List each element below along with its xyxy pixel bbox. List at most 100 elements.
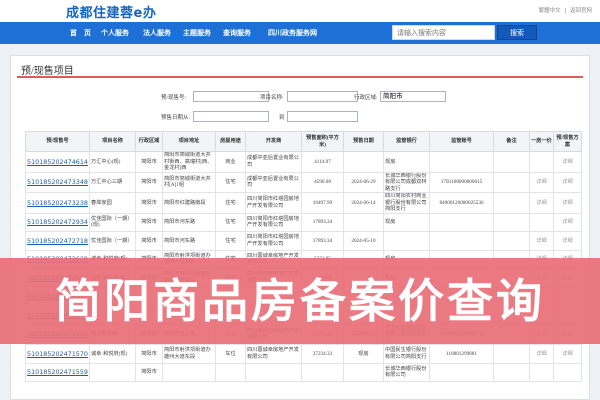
- table-row: 510185202472718 优佳国际（一期） 简阳市 简阳市河东路 住宅 四川简阳市红…: [25, 231, 582, 251]
- presale-number-link[interactable]: 510185202471570: [25, 344, 90, 364]
- title-divider: [17, 76, 583, 78]
- table-cell: [343, 362, 384, 382]
- column-header: 开发商: [245, 131, 302, 152]
- table-row: 510185202472934 优佳国际（一期）(现) 简阳市 简阳市河东路 住宅 四川简…: [25, 212, 582, 232]
- district-select[interactable]: 简阳市: [380, 91, 446, 102]
- table-cell: [215, 362, 246, 382]
- table-cell: [429, 231, 494, 251]
- search-button[interactable]: 搜索: [497, 25, 537, 40]
- date-from-label: 预售日期从:: [161, 115, 191, 121]
- table-cell: 110801299881: [429, 344, 494, 364]
- table-cell: 住宅: [215, 192, 246, 214]
- page-title: 预/现售项目: [21, 66, 74, 77]
- table-cell: [429, 362, 494, 382]
- table-row: 510185202474614 万汇中心(现) 简阳市 简阳市简城街道大井村街西、高瑞…: [25, 151, 582, 173]
- table-cell: 四川简阳市红塔园房地产开发有限公司: [245, 192, 302, 214]
- table-cell: 万汇中心三期: [89, 171, 136, 193]
- table-cell: 四川简阳农村商业银行股份有限公司简阳支行: [383, 192, 430, 214]
- plan-detail-link[interactable]: 详细: [553, 171, 582, 193]
- table-cell: [383, 231, 430, 251]
- date-to-label: 到: [279, 115, 285, 121]
- project-name-input[interactable]: [287, 91, 358, 102]
- plan-detail-link[interactable]: 详细: [553, 344, 582, 364]
- table-cell: 简阳市: [135, 362, 163, 382]
- table-cell: [493, 231, 530, 251]
- table-cell: [343, 151, 384, 173]
- date-to-input[interactable]: [287, 111, 358, 122]
- presale-table: 预/现售号 项目名称 行政区域 项目地址 房屋用途 开发商 预售面积(平方米) 预售日期 监管银…: [25, 131, 582, 382]
- price-detail-link[interactable]: 详细: [529, 192, 554, 214]
- overlay-banner: 简阳商品房备案价查询: [0, 258, 600, 344]
- table-row: 510185202473238 春岸家园 简阳市 简阳市红建路南段 住宅 四川简阳市红塔园…: [25, 192, 582, 214]
- table-cell: 成都中亚后置业有限公司: [245, 151, 302, 173]
- price-detail-link[interactable]: [529, 212, 554, 232]
- plan-detail-link[interactable]: 详细: [553, 231, 582, 251]
- search-input[interactable]: 请输入搜索内容: [392, 25, 495, 40]
- table-cell: 简阳市: [135, 344, 163, 364]
- plan-detail-link[interactable]: [553, 362, 582, 382]
- table-cell: 简阳市简城街道大井村[A]1组: [162, 171, 216, 193]
- price-detail-link[interactable]: [529, 151, 554, 173]
- column-header: 监管银行: [383, 131, 430, 152]
- table-cell: 四川简阳市红塔园房地产开发有限公司: [245, 212, 302, 232]
- table-cell: 17893.34: [301, 212, 344, 232]
- table-cell: 长城华西银行股份有限公司成都双林路支行: [383, 171, 430, 193]
- presale-number-link[interactable]: 510185202473348: [25, 171, 90, 193]
- presale-number-link[interactable]: 510185202474614: [25, 151, 90, 173]
- table-cell: [493, 171, 530, 193]
- table-cell: 4114.97: [301, 151, 344, 173]
- table-cell: 84000120000025536: [429, 192, 494, 214]
- plan-detail-link[interactable]: 详细: [553, 151, 582, 173]
- presale-no-input[interactable]: [193, 91, 269, 102]
- column-header: 备注: [493, 131, 530, 152]
- plan-detail-link[interactable]: 详细: [553, 212, 582, 232]
- table-cell: [301, 362, 344, 382]
- table-cell: [162, 362, 216, 382]
- price-detail-link[interactable]: 详细: [529, 344, 554, 364]
- overlay-title: 简阳商品房备案价查询: [55, 274, 545, 328]
- traditional-chinese-link[interactable]: 繁體中文: [539, 8, 561, 14]
- column-header: 项目地址: [162, 131, 216, 152]
- price-detail-link[interactable]: [529, 362, 554, 382]
- table-cell: [493, 344, 530, 364]
- nav-item-topic[interactable]: 主题服务: [183, 28, 211, 38]
- price-detail-link[interactable]: 详细: [529, 231, 554, 251]
- plan-detail-link[interactable]: 详细: [553, 192, 582, 214]
- table-cell: 四川蓉诚幸房地产开发有限公司: [245, 344, 302, 364]
- table-cell: 春岸家园: [89, 192, 136, 214]
- table-cell: 住宅: [215, 212, 246, 232]
- date-from-input[interactable]: [193, 111, 269, 122]
- top-links-separator: |: [564, 8, 567, 14]
- district-label: 行政区域:: [354, 95, 378, 101]
- table-cell: 住宅: [215, 231, 246, 251]
- nav-item-query[interactable]: 查询服务: [223, 28, 251, 38]
- nav-item-corporate[interactable]: 法人服务: [143, 28, 171, 38]
- table-cell: 2024-05-10: [343, 231, 384, 251]
- table-cell: 住宅: [215, 171, 246, 193]
- column-header: 预售日期: [343, 131, 384, 152]
- table-cell: 四川简阳市红塔园房地产开发有限公司: [245, 231, 302, 251]
- table-cell: 现房: [343, 344, 384, 364]
- column-header: 预售面积(平方米): [301, 131, 344, 152]
- nav-item-home[interactable]: 首 页: [70, 28, 91, 38]
- table-cell: [429, 212, 494, 232]
- table-cell: 优佳国际（一期）: [89, 231, 136, 251]
- presale-number-link[interactable]: 510185202471559: [25, 362, 90, 382]
- column-header: 一房一价: [529, 131, 554, 152]
- nav-item-sichuan-gov[interactable]: 四川政务服务网: [268, 28, 317, 38]
- top-bar: 成都住建蓉e办 繁體中文 | 返回官网: [0, 0, 600, 22]
- site-logo[interactable]: 成都住建蓉e办: [66, 2, 156, 21]
- column-header: 监管账号: [429, 131, 494, 152]
- presale-number-link[interactable]: 510185202473238: [25, 192, 90, 214]
- presale-number-link[interactable]: 510185202472718: [25, 231, 90, 251]
- table-cell: 简阳市: [135, 231, 163, 251]
- presale-number-link[interactable]: 510185202472934: [25, 212, 90, 232]
- price-detail-link[interactable]: 详细: [529, 171, 554, 193]
- table-cell: 万汇中心(现): [89, 151, 136, 173]
- table-cell: 现房: [383, 151, 430, 173]
- table-row: 510185202471559 简阳市 长城华西银行股份有限公司: [25, 362, 582, 382]
- nav-item-personal[interactable]: 个人服务: [101, 28, 129, 38]
- table-cell: 车位: [215, 344, 246, 364]
- return-official-site-link[interactable]: 返回官网: [570, 8, 592, 14]
- table-row: 510185202471570 诚幸·和悦府(现) 简阳市 简阳市射洪坝街道办雄州大道…: [25, 344, 582, 364]
